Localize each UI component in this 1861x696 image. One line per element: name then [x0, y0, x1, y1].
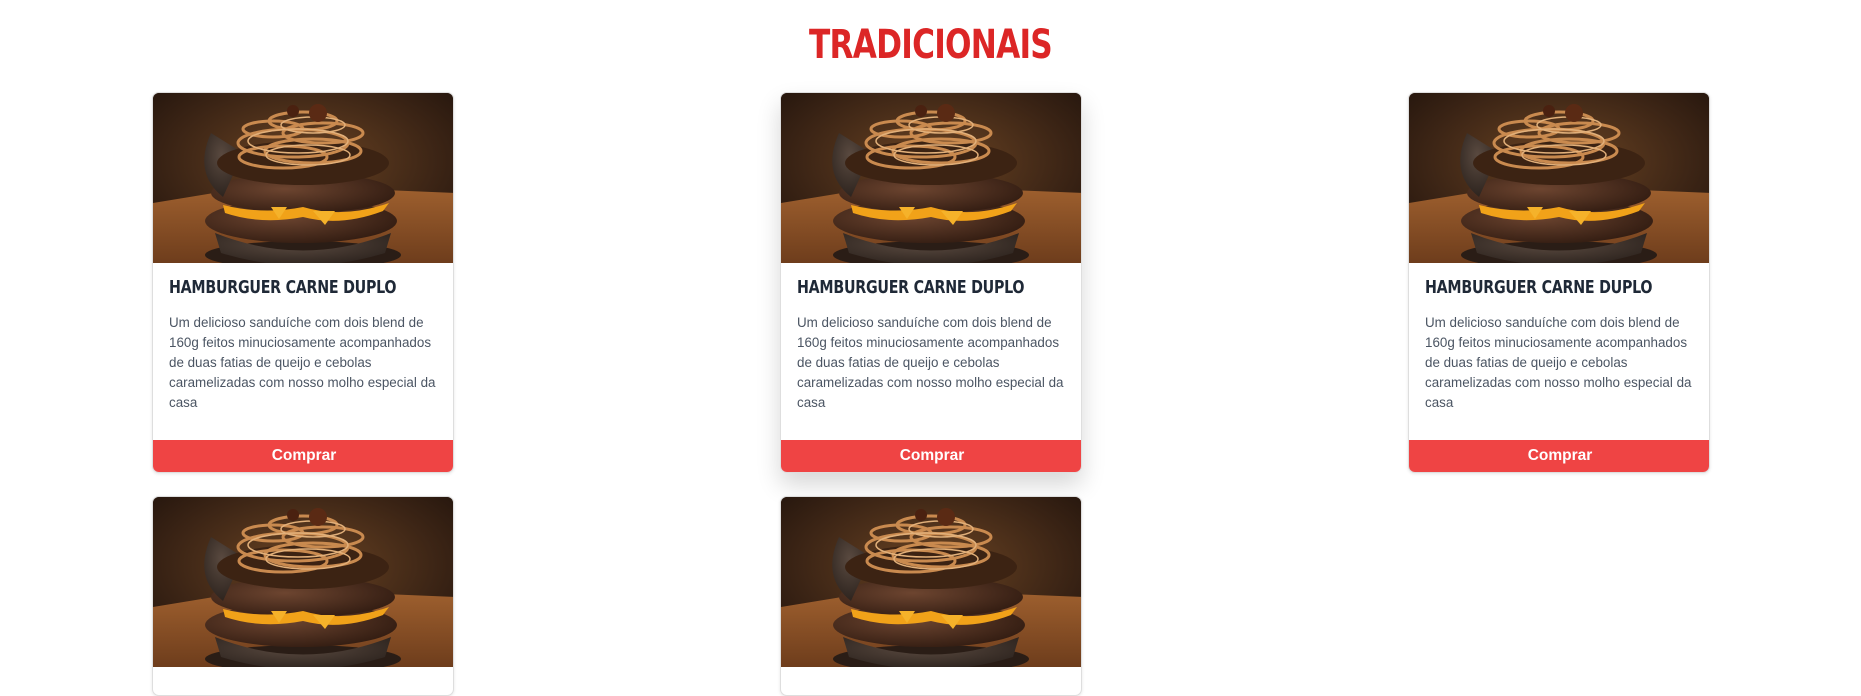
buy-button[interactable]: Comprar: [153, 440, 453, 472]
product-description: Um delicioso sanduíche com dois blend de…: [1425, 315, 1692, 410]
burger-image: [1409, 93, 1709, 263]
section-title: TRADICIONAIS: [809, 22, 1053, 68]
product-card: [780, 496, 1082, 696]
buy-button[interactable]: Comprar: [781, 440, 1081, 472]
product-card: [152, 496, 454, 696]
burger-image: [153, 497, 453, 667]
product-name: HAMBURGUER CARNE DUPLO: [797, 277, 1025, 298]
product-card: HAMBURGUER CARNE DUPLO Um delicioso sand…: [1408, 92, 1710, 473]
burger-image: [781, 93, 1081, 263]
burger-image: [153, 93, 453, 263]
buy-button[interactable]: Comprar: [1409, 440, 1709, 472]
product-description: Um delicioso sanduíche com dois blend de…: [169, 315, 436, 410]
product-name: HAMBURGUER CARNE DUPLO: [169, 277, 397, 298]
product-description: Um delicioso sanduíche com dois blend de…: [797, 315, 1064, 410]
product-name: HAMBURGUER CARNE DUPLO: [1425, 277, 1653, 298]
product-card: HAMBURGUER CARNE DUPLO Um delicioso sand…: [152, 92, 454, 473]
burger-image: [781, 497, 1081, 667]
product-card: HAMBURGUER CARNE DUPLO Um delicioso sand…: [780, 92, 1082, 473]
